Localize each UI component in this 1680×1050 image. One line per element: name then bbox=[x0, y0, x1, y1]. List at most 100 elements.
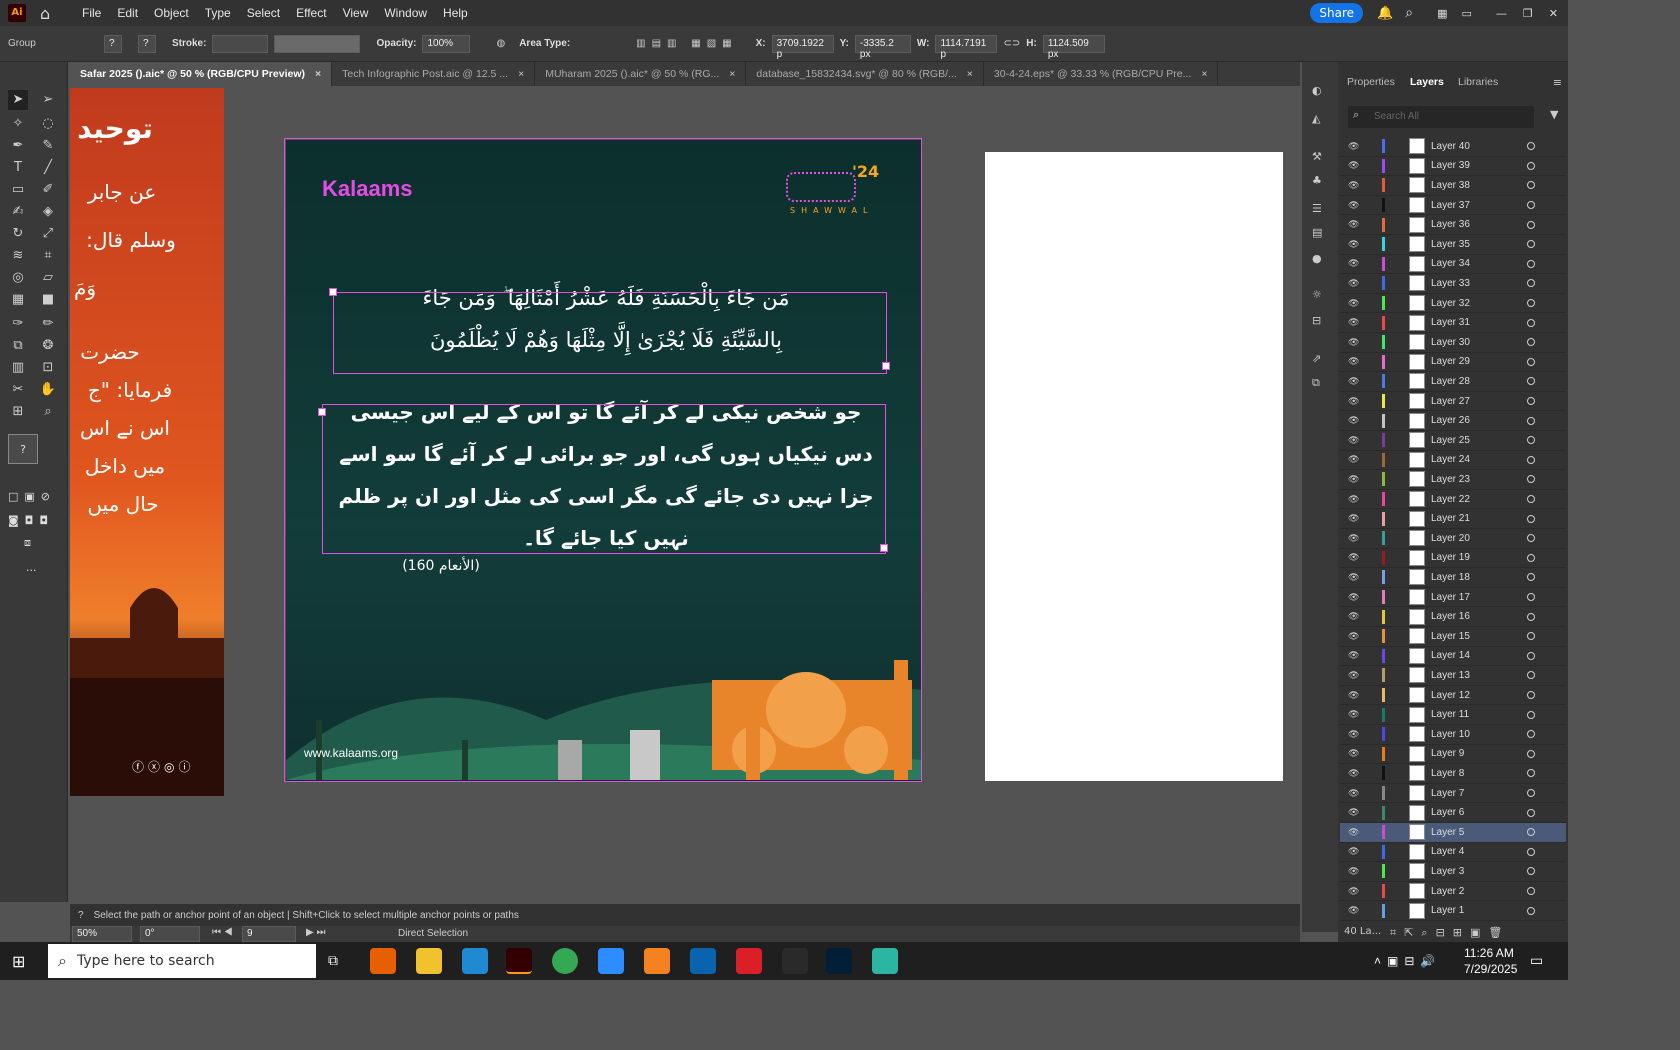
symbols-icon[interactable]: ♣ bbox=[1312, 174, 1322, 187]
menu-object[interactable]: Object bbox=[146, 6, 197, 20]
layer-row[interactable]: 👁 Layer 35 bbox=[1340, 235, 1566, 255]
layer-name[interactable]: Layer 26 bbox=[1431, 415, 1521, 426]
tab-muharam[interactable]: MUharam 2025 ().aic* @ 50 % (RG... × bbox=[535, 62, 747, 86]
layer-target-icon[interactable] bbox=[1527, 710, 1535, 719]
visibility-icon[interactable]: 👁 bbox=[1348, 729, 1362, 740]
layer-name[interactable]: Layer 13 bbox=[1431, 670, 1521, 681]
layer-target-icon[interactable] bbox=[1527, 142, 1535, 151]
layer-target-icon[interactable] bbox=[1527, 181, 1535, 190]
selection-handle[interactable] bbox=[329, 288, 337, 296]
layer-row[interactable]: 👁 Layer 36 bbox=[1340, 215, 1566, 235]
image-trace-icon[interactable]: ◭ bbox=[1312, 112, 1320, 125]
draw-mode-icons[interactable]: ◙◘◘ bbox=[8, 514, 54, 527]
layer-name[interactable]: Layer 8 bbox=[1431, 768, 1521, 779]
outlook-icon[interactable] bbox=[690, 948, 716, 974]
layer-row[interactable]: 👁 Layer 22 bbox=[1340, 490, 1566, 510]
visibility-icon[interactable]: 👁 bbox=[1348, 709, 1362, 720]
layer-row[interactable]: 👁 Layer 14 bbox=[1340, 647, 1566, 667]
layer-name[interactable]: Layer 15 bbox=[1431, 631, 1521, 642]
layer-row[interactable]: 👁 Layer 2 bbox=[1340, 882, 1566, 902]
layer-target-icon[interactable] bbox=[1527, 220, 1535, 229]
arrange-icon[interactable]: ▭ bbox=[1462, 7, 1472, 20]
line-tool-icon[interactable]: ╱ bbox=[38, 158, 58, 178]
x-input[interactable]: 3709.1922 p bbox=[771, 34, 834, 60]
layer-target-icon[interactable] bbox=[1527, 514, 1535, 523]
close-icon[interactable]: × bbox=[729, 68, 735, 80]
layer-target-icon[interactable] bbox=[1527, 534, 1535, 543]
layer-name[interactable]: Layer 31 bbox=[1431, 317, 1521, 328]
illustrator-icon[interactable] bbox=[506, 948, 532, 974]
menu-view[interactable]: View bbox=[335, 6, 377, 20]
tab-libraries[interactable]: Libraries bbox=[1458, 76, 1498, 88]
layer-name[interactable]: Layer 5 bbox=[1431, 827, 1521, 838]
print-tiling-icon[interactable]: ⊞ bbox=[8, 402, 28, 422]
layer-name[interactable]: Layer 6 bbox=[1431, 807, 1521, 818]
visibility-icon[interactable]: 👁 bbox=[1348, 396, 1362, 407]
pen-tool-icon[interactable]: ✒ bbox=[8, 136, 28, 156]
layer-target-icon[interactable] bbox=[1527, 299, 1535, 308]
layer-row[interactable]: 👁 Layer 20 bbox=[1340, 529, 1566, 549]
tab-layers[interactable]: Layers bbox=[1410, 76, 1444, 88]
layer-row[interactable]: 👁 Layer 38 bbox=[1340, 176, 1566, 196]
tray-icons[interactable]: ˄▣⊟🔊 bbox=[1374, 954, 1441, 968]
appearance-icon[interactable]: ◐ bbox=[1312, 84, 1322, 97]
layer-target-icon[interactable] bbox=[1527, 769, 1535, 778]
layer-target-icon[interactable] bbox=[1527, 318, 1535, 327]
app-logo[interactable]: Ai bbox=[8, 4, 26, 22]
layer-row[interactable]: 👁 Layer 39 bbox=[1340, 157, 1566, 177]
visibility-icon[interactable]: 👁 bbox=[1348, 494, 1362, 505]
free-transform-icon[interactable]: ⌗ bbox=[38, 246, 58, 266]
layer-name[interactable]: Layer 18 bbox=[1431, 572, 1521, 583]
zoom-app-icon[interactable] bbox=[598, 948, 624, 974]
layer-target-icon[interactable] bbox=[1527, 475, 1535, 484]
lasso-icon[interactable]: ◌ bbox=[38, 114, 58, 134]
visibility-icon[interactable]: 👁 bbox=[1348, 611, 1362, 622]
layer-row[interactable]: 👁 Layer 23 bbox=[1340, 470, 1566, 490]
menu-select[interactable]: Select bbox=[239, 6, 288, 20]
visibility-icon[interactable]: 👁 bbox=[1348, 886, 1362, 897]
layer-row[interactable]: 👁 Layer 3 bbox=[1340, 862, 1566, 882]
photoshop-icon[interactable] bbox=[826, 948, 852, 974]
layer-target-icon[interactable] bbox=[1527, 377, 1535, 386]
blend-tool-icon[interactable]: ⧉ bbox=[8, 336, 28, 356]
layer-name[interactable]: Layer 29 bbox=[1431, 356, 1521, 367]
chrome-icon[interactable] bbox=[552, 948, 578, 974]
w-input[interactable]: 1114.7191 p bbox=[935, 34, 998, 60]
asset-export-icon[interactable]: ⊟ bbox=[1312, 314, 1321, 327]
visibility-icon[interactable]: 👁 bbox=[1348, 533, 1362, 544]
eraser-tool-icon[interactable]: ◈ bbox=[38, 202, 58, 222]
more-tools-icon[interactable]: ··· bbox=[26, 564, 37, 577]
layer-target-icon[interactable] bbox=[1527, 455, 1535, 464]
layer-row[interactable]: 👁 Layer 5 bbox=[1340, 823, 1566, 843]
transparency-icon[interactable]: ● bbox=[1312, 252, 1322, 265]
home-icon[interactable]: ⌂ bbox=[40, 4, 60, 23]
layer-name[interactable]: Layer 28 bbox=[1431, 376, 1521, 387]
layer-target-icon[interactable] bbox=[1527, 906, 1535, 915]
layer-name[interactable]: Layer 38 bbox=[1431, 180, 1521, 191]
visibility-icon[interactable]: 👁 bbox=[1348, 356, 1362, 367]
shape-builder-icon[interactable]: ◎ bbox=[8, 268, 28, 288]
layer-target-icon[interactable] bbox=[1527, 691, 1535, 700]
minimize-icon[interactable]: — bbox=[1496, 7, 1507, 20]
layer-target-icon[interactable] bbox=[1527, 730, 1535, 739]
layer-target-icon[interactable] bbox=[1527, 416, 1535, 425]
export-icon[interactable]: ⇗ bbox=[1312, 352, 1321, 365]
visibility-icon[interactable]: 👁 bbox=[1348, 513, 1362, 524]
pen-app-icon[interactable] bbox=[782, 948, 808, 974]
restore-icon[interactable]: ❐ bbox=[1523, 7, 1533, 20]
visibility-icon[interactable]: 👁 bbox=[1348, 690, 1362, 701]
layer-name[interactable]: Layer 17 bbox=[1431, 592, 1521, 603]
gradient-tool-icon[interactable]: ■ bbox=[38, 290, 58, 310]
tab-eps[interactable]: 30-4-24.eps* @ 33.33 % (RGB/CPU Pre... × bbox=[984, 62, 1219, 86]
rectangle-tool-icon[interactable]: ▭ bbox=[8, 180, 28, 200]
rotate-tool-icon[interactable]: ↻ bbox=[8, 224, 28, 244]
layer-target-icon[interactable] bbox=[1527, 279, 1535, 288]
layer-target-icon[interactable] bbox=[1527, 651, 1535, 660]
curvature-icon[interactable]: ✎ bbox=[38, 136, 58, 156]
menu-effect[interactable]: Effect bbox=[288, 6, 334, 20]
layer-row[interactable]: 👁 Layer 29 bbox=[1340, 353, 1566, 373]
layer-name[interactable]: Layer 30 bbox=[1431, 337, 1521, 348]
visibility-icon[interactable]: 👁 bbox=[1348, 141, 1362, 152]
artboard-number-input[interactable]: 9 bbox=[242, 926, 296, 942]
visibility-icon[interactable]: 👁 bbox=[1348, 454, 1362, 465]
